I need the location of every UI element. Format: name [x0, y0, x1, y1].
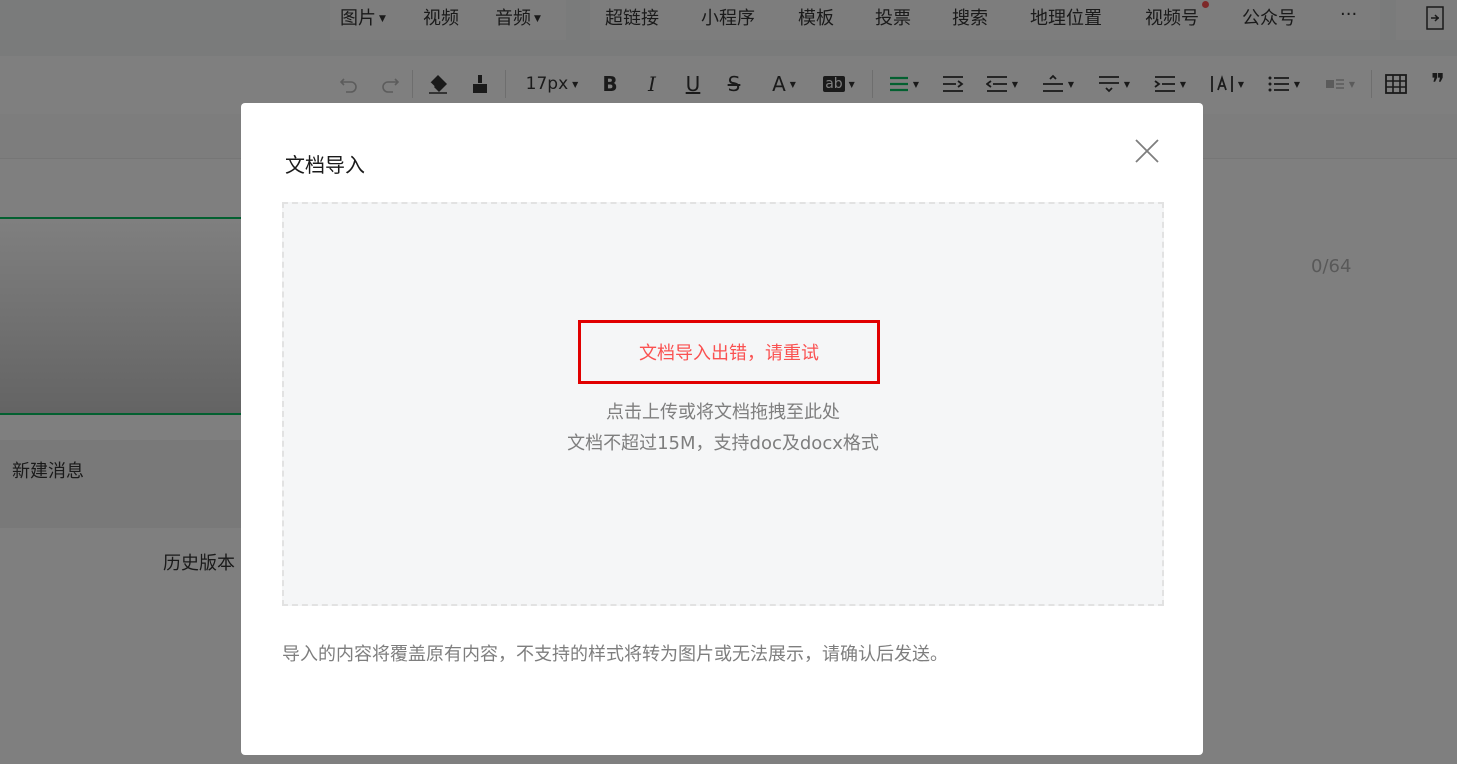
upload-hint: 点击上传或将文档拖拽至此处: [606, 402, 840, 423]
close-icon: [1135, 139, 1159, 163]
document-import-dialog: 文档导入 文档导入出错，请重试 点击上传或将文档拖拽至此处 文档不超过15M，支…: [241, 103, 1203, 755]
import-error-message: 文档导入出错，请重试: [639, 343, 819, 364]
dialog-title: 文档导入: [285, 153, 365, 177]
upload-constraints: 文档不超过15M，支持doc及docx格式: [567, 433, 879, 454]
close-button[interactable]: [1131, 135, 1163, 167]
import-notice: 导入的内容将覆盖原有内容，不支持的样式将转为图片或无法展示，请确认后发送。: [282, 644, 948, 665]
error-highlight-box: 文档导入出错，请重试: [578, 320, 880, 384]
upload-dropzone[interactable]: 文档导入出错，请重试 点击上传或将文档拖拽至此处 文档不超过15M，支持doc及…: [282, 202, 1164, 606]
